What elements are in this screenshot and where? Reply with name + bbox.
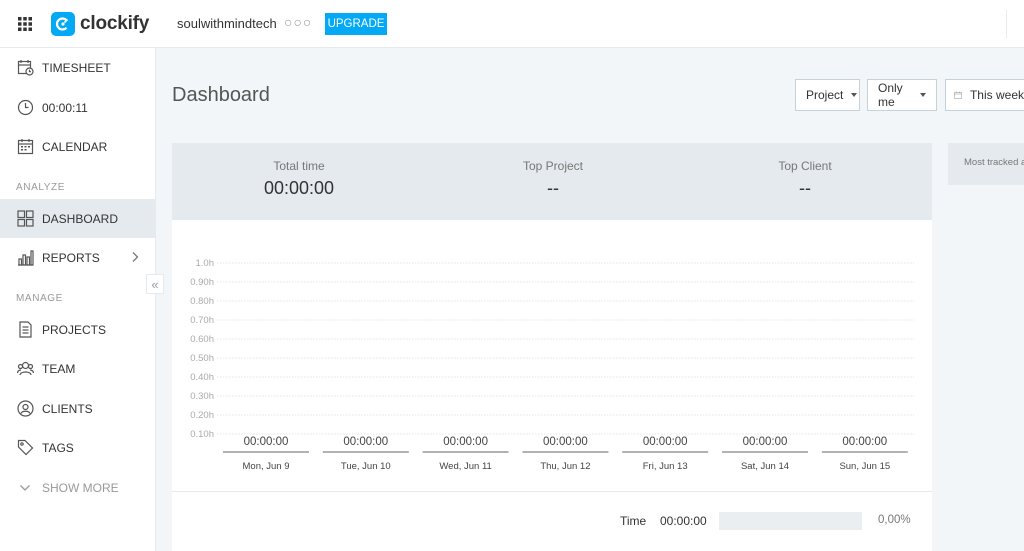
apps-grid-icon[interactable] — [18, 17, 32, 31]
y-tick-label: 1.0h — [196, 258, 215, 269]
clockify-logo[interactable]: clockify — [51, 12, 149, 36]
projects-icon — [16, 321, 34, 339]
totals-percent: 0,00% — [878, 514, 911, 526]
totals-time-label: Time — [620, 514, 647, 528]
bar-data-label: 00:00:00 — [743, 436, 788, 448]
date-range-picker[interactable]: This week — [945, 79, 1024, 111]
sidebar-item-reports[interactable]: REPORTS — [0, 238, 155, 277]
caret-down-icon — [920, 93, 926, 97]
weekly-bar-chart: 1.0h 0.90h 0.80h 0.70h 0.60h 0.50h 0.40h 0.30h 0… — [190, 258, 914, 472]
logo-text: clockify — [80, 13, 150, 34]
calendar-icon — [954, 91, 962, 99]
project-filter-dropdown[interactable]: Project — [795, 79, 860, 111]
totals-time-value: 00:00:00 — [660, 514, 707, 528]
date-range-label: This week — [969, 88, 1024, 102]
top-project-label: Top Project — [522, 159, 584, 173]
sidebar-item-label: TAGS — [42, 440, 74, 455]
x-tick-label: Thu, Jun 12 — [540, 461, 590, 472]
tag-icon — [16, 439, 34, 457]
bar-data-label: 00:00:00 — [842, 436, 887, 448]
total-time-stat: Total time 00:00:00 — [172, 159, 426, 199]
x-tick-label: Wed, Jun 11 — [439, 461, 491, 472]
top-bar: clockify soulwithmindtech ○○○ UPGRADE — [0, 0, 1024, 48]
sidebar-item-label: CALENDAR — [42, 139, 108, 154]
sidebar-item-timesheet[interactable]: TIMESHEET — [0, 48, 155, 87]
x-tick-label: Mon, Jun 9 — [243, 461, 290, 472]
calendar-icon — [16, 138, 34, 156]
y-tick-label: 0.20h — [190, 410, 214, 421]
sidebar-item-label: PROJECTS — [42, 322, 107, 337]
bar-data-label: 00:00:00 — [643, 436, 688, 448]
chart-card: 1.0h 0.90h 0.80h 0.70h 0.60h 0.50h 0.40h 0.30h 0… — [172, 220, 932, 551]
sidebar-item-clients[interactable]: CLIENTS — [0, 389, 155, 428]
total-time-value: 00:00:00 — [263, 178, 335, 198]
bar-data-label: 00:00:00 — [443, 436, 488, 448]
sidebar-item-projects[interactable]: PROJECTS — [0, 310, 155, 349]
sidebar-item-dashboard[interactable]: DASHBOARD — [0, 199, 155, 238]
bar-data-label: 00:00:00 — [343, 436, 388, 448]
top-project-value: -- — [547, 178, 559, 198]
y-tick-label: 0.10h — [190, 429, 214, 440]
sidebar-item-label: 00:00:11 — [42, 100, 88, 115]
chevron-down-icon — [16, 479, 34, 497]
sidebar-item-timer[interactable]: 00:00:11 — [0, 88, 155, 127]
clockify-logo-icon — [51, 12, 75, 36]
topbar-divider — [1006, 10, 1007, 38]
sidebar: TIMESHEET 00:00:11 CALENDAR ANALYZE DASH… — [0, 48, 156, 551]
most-tracked-panel: Most tracked activities — [948, 143, 1024, 185]
section-label-analyze: ANALYZE — [16, 182, 66, 193]
show-more-label: SHOW MORE — [42, 480, 119, 495]
y-tick-label: 0.50h — [190, 353, 214, 364]
workspace-more-icon[interactable]: ○○○ — [284, 14, 312, 30]
most-tracked-label: Most tracked activities — [964, 157, 1024, 168]
sidebar-item-team[interactable]: TEAM — [0, 349, 155, 388]
sidebar-item-label: DASHBOARD — [42, 211, 119, 226]
sidebar-item-calendar[interactable]: CALENDAR — [0, 127, 155, 166]
x-tick-label: Tue, Jun 10 — [341, 461, 391, 472]
y-tick-label: 0.60h — [190, 334, 214, 345]
upgrade-button[interactable]: UPGRADE — [325, 13, 387, 35]
top-project-stat: Top Project -- — [426, 159, 680, 199]
chevron-right-icon — [132, 252, 139, 262]
y-tick-label: 0.40h — [190, 372, 214, 383]
clients-icon — [16, 400, 34, 418]
y-tick-label: 0.30h — [190, 391, 214, 402]
total-time-label: Total time — [273, 159, 325, 173]
sidebar-item-label: CLIENTS — [42, 401, 93, 416]
top-client-value: -- — [799, 178, 811, 198]
reports-icon — [16, 249, 34, 267]
clock-icon — [16, 99, 34, 117]
page-title: Dashboard — [172, 84, 270, 106]
top-client-stat: Top Client -- — [678, 159, 932, 199]
x-tick-label: Sun, Jun 15 — [839, 461, 890, 472]
project-filter-label: Project — [806, 88, 844, 102]
scope-filter-label: Only me — [878, 81, 903, 109]
y-tick-label: 0.90h — [190, 277, 214, 288]
sidebar-item-label: REPORTS — [42, 250, 100, 265]
bar-data-label: 00:00:00 — [543, 436, 588, 448]
bar-data-label: 00:00:00 — [244, 436, 289, 448]
scope-filter-dropdown[interactable]: Only me — [867, 79, 937, 111]
workspace-name[interactable]: soulwithmindtech — [177, 16, 277, 31]
dashboard-icon — [16, 210, 34, 228]
summary-panel: Total time 00:00:00 Top Project -- Top C… — [172, 143, 932, 220]
timesheet-icon — [16, 59, 34, 77]
show-more-button[interactable]: SHOW MORE — [0, 468, 155, 507]
y-tick-label: 0.80h — [190, 296, 214, 307]
x-tick-label: Sat, Jun 14 — [741, 461, 789, 472]
collapse-sidebar-button[interactable]: « — [146, 274, 164, 294]
team-icon — [16, 360, 34, 378]
sidebar-item-tags[interactable]: TAGS — [0, 428, 155, 467]
totals-progress-bar — [719, 512, 862, 530]
sidebar-item-label: TIMESHEET — [42, 60, 111, 75]
top-client-label: Top Client — [778, 159, 832, 173]
sidebar-item-label: TEAM — [42, 361, 76, 376]
caret-down-icon — [851, 93, 858, 97]
card-divider — [172, 491, 932, 492]
y-tick-label: 0.70h — [190, 315, 214, 326]
section-label-manage: MANAGE — [16, 293, 63, 304]
x-tick-label: Fri, Jun 13 — [643, 461, 688, 472]
